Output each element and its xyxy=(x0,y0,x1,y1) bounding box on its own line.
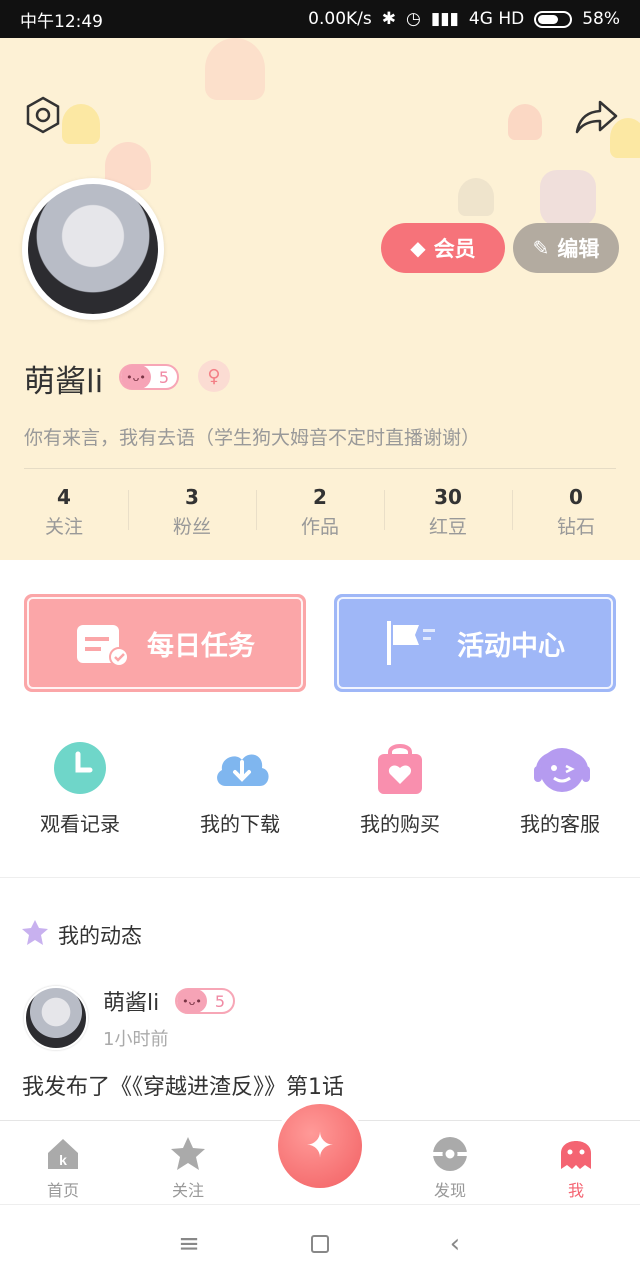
post-author-avatar[interactable] xyxy=(24,986,88,1050)
battery-level: 58% xyxy=(582,9,620,29)
post-text[interactable]: 我发布了《《穿越进渣反》》第1话 xyxy=(22,1069,344,1101)
create-button[interactable]: ✦ xyxy=(274,1100,366,1192)
post-level-badge: •ᴗ• 5 xyxy=(175,988,235,1014)
star-decoration-icon xyxy=(540,170,596,226)
back-icon[interactable]: ‹ xyxy=(440,1229,470,1259)
profile-bio: 你有来言，我有去语（学生狗大姆音不定时直播谢谢） xyxy=(24,427,481,449)
post-author-name[interactable]: 萌酱li xyxy=(103,985,159,1017)
section-divider xyxy=(0,877,640,878)
status-bar: 中午12:49 0.00K/s ✱ ◷ ▮▮▮ 4G HD 58% xyxy=(0,0,640,38)
star-icon xyxy=(22,920,48,945)
pencil-icon: ✎ xyxy=(532,236,550,260)
vip-button[interactable]: ◆ 会员 xyxy=(381,223,505,273)
watch-history-button[interactable]: 观看记录 xyxy=(0,740,160,837)
cloud-download-icon xyxy=(212,740,269,796)
level-badge: •ᴗ• 5 xyxy=(119,364,179,390)
daily-tasks-card[interactable]: 每日任务 xyxy=(24,594,306,692)
tab-follow[interactable]: 关注 xyxy=(143,1135,233,1201)
ghost-decoration-icon xyxy=(508,104,542,140)
sparkle-icon: ✦ xyxy=(278,1104,362,1188)
calendar-check-icon xyxy=(77,625,129,667)
network-speed: 0.00K/s xyxy=(308,9,372,29)
status-time: 中午12:49 xyxy=(20,11,103,32)
divider xyxy=(24,468,616,469)
ghost-icon xyxy=(557,1135,595,1173)
avatar[interactable] xyxy=(22,178,164,320)
home-square-icon[interactable] xyxy=(305,1229,335,1259)
my-purchases-button[interactable]: 我的购买 xyxy=(320,740,480,837)
stat-diamonds[interactable]: 0 钻石 xyxy=(512,482,640,546)
username: 萌酱li xyxy=(24,364,104,400)
my-downloads-button[interactable]: 我的下载 xyxy=(160,740,320,837)
system-nav-bar: ≡ ‹ xyxy=(0,1204,640,1280)
settings-button[interactable] xyxy=(24,96,62,134)
discover-icon xyxy=(431,1135,469,1173)
tab-discover[interactable]: 发现 xyxy=(405,1135,495,1201)
ghost-decoration-icon xyxy=(62,104,100,144)
share-button[interactable] xyxy=(574,98,618,136)
stat-red-beans[interactable]: 30 红豆 xyxy=(384,482,512,546)
network-type: 4G HD xyxy=(468,9,525,29)
section-title: 我的动态 xyxy=(58,924,142,948)
svg-text:k: k xyxy=(59,1152,67,1168)
alarm-icon: ◷ xyxy=(406,9,421,29)
settings-icon xyxy=(26,96,60,134)
ghost-face-icon: •ᴗ• xyxy=(177,989,207,1013)
flag-icon xyxy=(387,621,435,665)
ghost-face-icon: •ᴗ• xyxy=(121,365,151,389)
diamond-k-icon: ◆ xyxy=(410,236,426,260)
signal-icon: ▮▮▮ xyxy=(430,9,459,29)
tab-me[interactable]: 我 xyxy=(531,1135,621,1201)
ghost-decoration-icon xyxy=(205,38,265,100)
stat-following[interactable]: 4 关注 xyxy=(0,482,128,546)
clock-icon xyxy=(52,740,108,796)
home-icon: k xyxy=(44,1135,82,1173)
stat-works[interactable]: 2 作品 xyxy=(256,482,384,546)
menu-icon[interactable]: ≡ xyxy=(174,1229,204,1259)
female-gender-icon: ♀ xyxy=(198,360,230,392)
battery-icon xyxy=(534,10,573,28)
star-icon xyxy=(169,1135,207,1173)
share-icon xyxy=(575,100,618,134)
edit-profile-button[interactable]: ✎ 编辑 xyxy=(513,223,619,273)
event-center-card[interactable]: 活动中心 xyxy=(334,594,616,692)
customer-service-button[interactable]: 我的客服 xyxy=(480,740,640,837)
bluetooth-icon: ✱ xyxy=(381,9,396,29)
shopping-bag-icon xyxy=(372,740,428,796)
profile-stats: 4 关注 3 粉丝 2 作品 30 红豆 0 钻石 xyxy=(0,482,640,546)
headset-icon xyxy=(532,740,590,796)
stat-fans[interactable]: 3 粉丝 xyxy=(128,482,256,546)
tab-home[interactable]: k 首页 xyxy=(18,1135,108,1201)
ghost-decoration-icon xyxy=(458,178,494,216)
post-time: 1小时前 xyxy=(103,1029,169,1050)
